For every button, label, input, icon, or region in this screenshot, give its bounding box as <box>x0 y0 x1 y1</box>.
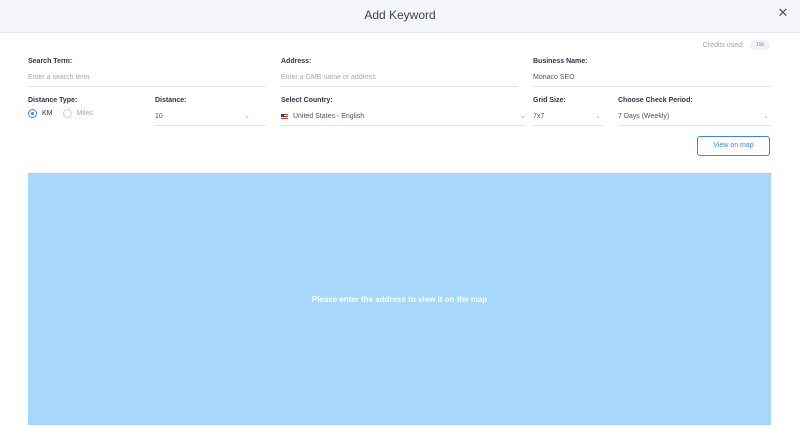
dialog-header: Add Keyword ✕ <box>0 0 800 33</box>
credits-used: Credits used: 19k <box>703 40 770 50</box>
credits-label: Credits used: <box>702 41 744 49</box>
address-label: Address: <box>281 58 312 65</box>
distance-field: Distance: 10 ⌄ <box>155 97 266 126</box>
chevron-down-icon: ⌄ <box>520 113 526 120</box>
chevron-down-icon: ⌄ <box>595 113 601 120</box>
address-input[interactable]: Enter a GMB name or address <box>281 72 518 87</box>
country-label: Select Country: <box>281 97 333 104</box>
view-on-map-button[interactable]: View on map <box>697 136 770 156</box>
distance-label: Distance: <box>155 97 187 104</box>
grid-size-field: Grid Size: 7x7 ⌄ <box>533 97 603 126</box>
grid-size-value: 7x7 <box>533 113 545 120</box>
radio-miles-indicator[interactable] <box>62 109 72 118</box>
country-field: Select Country: United States - English … <box>281 97 526 126</box>
check-period-label: Choose Check Period: <box>618 97 693 104</box>
business-name-input[interactable]: Monaco SEO <box>533 72 771 87</box>
us-flag-icon <box>281 113 288 119</box>
grid-size-select[interactable]: 7x7 ⌄ <box>533 111 603 126</box>
grid-size-label: Grid Size: <box>533 97 566 104</box>
radio-km-label: KM <box>42 110 53 117</box>
business-name-field: Business Name: Monaco SEO <box>533 58 771 87</box>
distance-type-field: Distance Type: KM Miles <box>28 97 143 118</box>
chevron-down-icon: ⌄ <box>244 113 250 120</box>
check-period-field: Choose Check Period: 7 Days (Weekly) ⌄ <box>618 97 771 126</box>
distance-type-label: Distance Type: <box>28 97 78 104</box>
distance-value: 10 <box>155 113 163 120</box>
map-area[interactable]: Please enter the address to view it on t… <box>28 173 771 425</box>
radio-km[interactable]: KM <box>28 109 53 118</box>
search-term-field: Search Term: Enter a search term <box>28 58 266 87</box>
radio-miles-label: Miles <box>76 110 93 117</box>
distance-select[interactable]: 10 ⌄ <box>155 111 266 126</box>
close-icon[interactable]: ✕ <box>776 6 790 20</box>
address-field: Address: Enter a GMB name or address <box>281 58 518 87</box>
chevron-down-icon: ⌄ <box>763 113 769 120</box>
check-period-select[interactable]: 7 Days (Weekly) ⌄ <box>618 111 771 126</box>
radio-km-indicator[interactable] <box>28 109 37 118</box>
radio-miles[interactable]: Miles <box>62 109 93 118</box>
country-value: United States - English <box>292 113 365 120</box>
business-name-label: Business Name: <box>533 58 588 65</box>
map-message: Please enter the address to view it on t… <box>311 294 488 304</box>
search-term-label: Search Term: <box>28 58 73 65</box>
search-term-input[interactable]: Enter a search term <box>28 72 266 87</box>
country-select[interactable]: United States - English ⌄ <box>281 111 526 126</box>
credits-badge: 19k <box>749 40 770 50</box>
check-period-value: 7 Days (Weekly) <box>618 113 670 120</box>
dialog-title: Add Keyword <box>364 8 436 22</box>
